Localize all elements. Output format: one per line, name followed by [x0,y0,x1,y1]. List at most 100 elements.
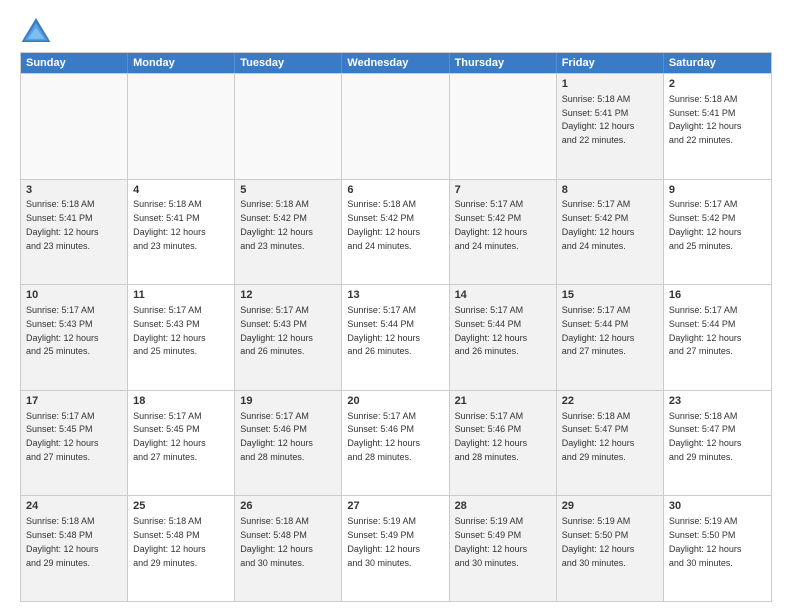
day-number: 1 [562,77,658,92]
day-number: 15 [562,288,658,303]
day-info: Sunrise: 5:17 AMSunset: 5:44 PMDaylight:… [347,305,420,356]
day-number: 5 [240,183,336,198]
calendar-week-4: 24 Sunrise: 5:18 AMSunset: 5:48 PMDayligh… [21,495,771,601]
calendar-cell: 20 Sunrise: 5:17 AMSunset: 5:46 PMDayligh… [342,391,449,496]
calendar-cell: 6Sunrise: 5:18 AMSunset: 5:42 PMDaylight… [342,180,449,285]
day-number: 21 [455,394,551,409]
day-info: Sunrise: 5:17 AMSunset: 5:46 PMDaylight:… [455,411,528,462]
calendar-cell: 28Sunrise: 5:19 AMSunset: 5:49 PMDayligh… [450,496,557,601]
day-number: 4 [133,183,229,198]
day-info: Sunrise: 5:19 AMSunset: 5:50 PMDaylight:… [562,516,635,567]
calendar-cell: 19Sunrise: 5:17 AMSunset: 5:46 PMDayligh… [235,391,342,496]
day-info: Sunrise: 5:17 AMSunset: 5:42 PMDaylight:… [669,199,742,250]
page: SundayMondayTuesdayWednesdayThursdayFrid… [0,0,792,612]
calendar-cell: 1 Sunrise: 5:18 AMSunset: 5:41 PMDaylight… [557,74,664,179]
day-number: 27 [347,499,443,514]
header-day-sunday: Sunday [21,53,128,73]
day-number: 11 [133,288,229,303]
day-info: Sunrise: 5:18 AMSunset: 5:42 PMDaylight:… [240,199,313,250]
day-number: 14 [455,288,551,303]
header-day-tuesday: Tuesday [235,53,342,73]
calendar-cell: 7Sunrise: 5:17 AMSunset: 5:42 PMDaylight… [450,180,557,285]
day-info: Sunrise: 5:17 AMSunset: 5:43 PMDaylight:… [133,305,206,356]
day-number: 29 [562,499,658,514]
calendar-cell [21,74,128,179]
calendar-cell: 23 Sunrise: 5:18 AMSunset: 5:47 PMDayligh… [664,391,771,496]
day-info: Sunrise: 5:18 AMSunset: 5:41 PMDaylight:… [26,199,99,250]
day-info: Sunrise: 5:18 AMSunset: 5:47 PMDaylight:… [562,411,635,462]
calendar-week-2: 10 Sunrise: 5:17 AMSunset: 5:43 PMDayligh… [21,284,771,390]
day-info: Sunrise: 5:17 AMSunset: 5:42 PMDaylight:… [455,199,528,250]
day-number: 8 [562,183,658,198]
day-info: Sunrise: 5:18 AMSunset: 5:48 PMDaylight:… [26,516,99,567]
calendar-cell: 14 Sunrise: 5:17 AMSunset: 5:44 PMDayligh… [450,285,557,390]
calendar-cell [235,74,342,179]
calendar-cell: 10 Sunrise: 5:17 AMSunset: 5:43 PMDayligh… [21,285,128,390]
calendar-cell: 18Sunrise: 5:17 AMSunset: 5:45 PMDayligh… [128,391,235,496]
calendar-cell: 11 Sunrise: 5:17 AMSunset: 5:43 PMDayligh… [128,285,235,390]
logo-icon [20,16,52,44]
calendar-week-0: 1 Sunrise: 5:18 AMSunset: 5:41 PMDaylight… [21,73,771,179]
day-number: 20 [347,394,443,409]
day-number: 9 [669,183,766,198]
calendar-week-3: 17 Sunrise: 5:17 AMSunset: 5:45 PMDayligh… [21,390,771,496]
day-number: 26 [240,499,336,514]
day-number: 16 [669,288,766,303]
calendar-cell: 24 Sunrise: 5:18 AMSunset: 5:48 PMDayligh… [21,496,128,601]
calendar-cell: 4Sunrise: 5:18 AMSunset: 5:41 PMDaylight… [128,180,235,285]
day-info: Sunrise: 5:19 AMSunset: 5:49 PMDaylight:… [347,516,420,567]
day-info: Sunrise: 5:17 AMSunset: 5:44 PMDaylight:… [455,305,528,356]
calendar-cell: 3Sunrise: 5:18 AMSunset: 5:41 PMDaylight… [21,180,128,285]
day-info: Sunrise: 5:18 AMSunset: 5:41 PMDaylight:… [669,94,742,145]
day-number: 3 [26,183,122,198]
day-number: 17 [26,394,122,409]
day-number: 30 [669,499,766,514]
calendar-body: 1 Sunrise: 5:18 AMSunset: 5:41 PMDaylight… [21,73,771,601]
day-info: Sunrise: 5:17 AMSunset: 5:44 PMDaylight:… [562,305,635,356]
header-day-thursday: Thursday [450,53,557,73]
day-info: Sunrise: 5:19 AMSunset: 5:50 PMDaylight:… [669,516,742,567]
day-number: 12 [240,288,336,303]
day-info: Sunrise: 5:18 AMSunset: 5:41 PMDaylight:… [562,94,635,145]
day-info: Sunrise: 5:18 AMSunset: 5:47 PMDaylight:… [669,411,742,462]
calendar-cell [450,74,557,179]
calendar-cell: 25 Sunrise: 5:18 AMSunset: 5:48 PMDayligh… [128,496,235,601]
day-info: Sunrise: 5:17 AMSunset: 5:46 PMDaylight:… [240,411,313,462]
day-number: 22 [562,394,658,409]
day-number: 2 [669,77,766,92]
calendar-cell: 17 Sunrise: 5:17 AMSunset: 5:45 PMDayligh… [21,391,128,496]
calendar-week-1: 3Sunrise: 5:18 AMSunset: 5:41 PMDaylight… [21,179,771,285]
day-number: 7 [455,183,551,198]
day-number: 28 [455,499,551,514]
calendar-cell [128,74,235,179]
day-info: Sunrise: 5:18 AMSunset: 5:42 PMDaylight:… [347,199,420,250]
day-info: Sunrise: 5:18 AMSunset: 5:48 PMDaylight:… [133,516,206,567]
day-info: Sunrise: 5:18 AMSunset: 5:48 PMDaylight:… [240,516,313,567]
day-number: 6 [347,183,443,198]
day-number: 25 [133,499,229,514]
header [20,16,772,44]
day-info: Sunrise: 5:17 AMSunset: 5:43 PMDaylight:… [26,305,99,356]
day-number: 23 [669,394,766,409]
calendar-cell: 27 Sunrise: 5:19 AMSunset: 5:49 PMDayligh… [342,496,449,601]
calendar-cell: 9Sunrise: 5:17 AMSunset: 5:42 PMDaylight… [664,180,771,285]
day-number: 18 [133,394,229,409]
day-info: Sunrise: 5:17 AMSunset: 5:46 PMDaylight:… [347,411,420,462]
calendar-cell: 12Sunrise: 5:17 AMSunset: 5:43 PMDayligh… [235,285,342,390]
header-day-saturday: Saturday [664,53,771,73]
calendar-header: SundayMondayTuesdayWednesdayThursdayFrid… [21,53,771,73]
calendar: SundayMondayTuesdayWednesdayThursdayFrid… [20,52,772,602]
header-day-monday: Monday [128,53,235,73]
calendar-cell: 29 Sunrise: 5:19 AMSunset: 5:50 PMDayligh… [557,496,664,601]
day-number: 24 [26,499,122,514]
calendar-cell: 22 Sunrise: 5:18 AMSunset: 5:47 PMDayligh… [557,391,664,496]
day-info: Sunrise: 5:17 AMSunset: 5:45 PMDaylight:… [26,411,99,462]
logo [20,16,58,44]
day-number: 10 [26,288,122,303]
calendar-cell: 30 Sunrise: 5:19 AMSunset: 5:50 PMDayligh… [664,496,771,601]
day-number: 13 [347,288,443,303]
calendar-cell [342,74,449,179]
day-info: Sunrise: 5:17 AMSunset: 5:44 PMDaylight:… [669,305,742,356]
calendar-cell: 15 Sunrise: 5:17 AMSunset: 5:44 PMDayligh… [557,285,664,390]
calendar-cell: 21 Sunrise: 5:17 AMSunset: 5:46 PMDayligh… [450,391,557,496]
